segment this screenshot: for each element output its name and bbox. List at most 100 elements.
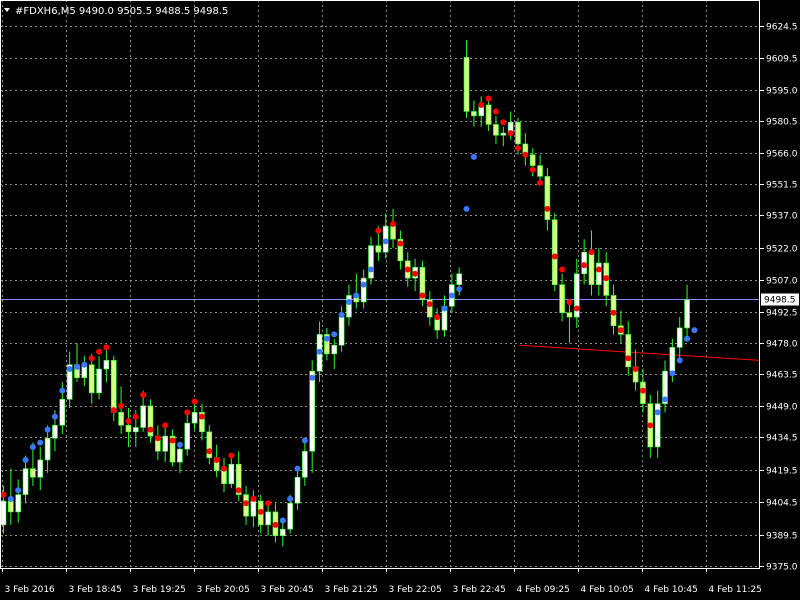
indicator-dot-blue — [456, 285, 463, 292]
indicator-dot-red — [522, 151, 529, 158]
indicator-dot-blue — [353, 292, 360, 299]
indicator-dot-blue — [37, 439, 44, 446]
candle-body — [515, 122, 521, 145]
indicator-dot-red — [544, 205, 551, 212]
indicator-dot-red — [647, 422, 654, 429]
indicator-dot-blue — [29, 443, 36, 450]
indicator-dot-red — [419, 292, 426, 299]
indicator-dot-red — [198, 413, 205, 420]
candle-body — [588, 251, 595, 285]
candle-body — [471, 111, 477, 117]
indicator-dot-red — [566, 298, 573, 305]
indicator-dot-red — [118, 402, 125, 409]
candle-body — [191, 412, 198, 424]
indicator-dot-blue — [676, 357, 683, 364]
indicator-dot-red — [529, 166, 536, 173]
y-tick-label: 9404.5 — [766, 499, 798, 509]
indicator-dot-red — [243, 500, 250, 507]
indicator-dot-blue — [331, 331, 338, 338]
indicator-dot-red — [110, 407, 117, 414]
y-tick-label: 9463.5 — [766, 371, 798, 381]
indicator-dot-blue — [368, 266, 374, 273]
candle-body — [162, 435, 168, 452]
candle-body — [37, 459, 44, 478]
indicator-dot-blue — [59, 387, 66, 394]
candle-body — [0, 500, 7, 526]
candle-body — [559, 284, 565, 314]
candle-body — [8, 500, 14, 513]
candle-body — [596, 262, 602, 285]
indicator-dot-red — [573, 305, 580, 312]
indicator-dot-red — [551, 253, 558, 260]
price-chart[interactable]: 9624.5 9609.5 9595.0 9580.5 9566.0 9551.5 9537… — [0, 0, 800, 600]
indicator-dot-red — [140, 392, 147, 399]
indicator-dot-red — [132, 413, 139, 420]
candle-body — [265, 511, 271, 526]
indicator-dot-blue — [470, 153, 477, 160]
indicator-dot-red — [507, 130, 514, 137]
indicator-dot-blue — [441, 305, 448, 312]
y-tick-label: 9595.0 — [766, 87, 798, 97]
candle-body — [184, 422, 191, 450]
indicator-dot-red — [390, 221, 397, 228]
indicator-dot-blue — [22, 456, 29, 463]
y-tick-label: 9507.0 — [766, 277, 798, 287]
indicator-dot-blue — [7, 495, 14, 502]
indicator-dot-red — [213, 456, 220, 463]
indicator-dot-red — [96, 348, 103, 355]
y-tick-label: 9609.5 — [766, 55, 798, 65]
candle — [419, 260, 426, 307]
indicator-dot-blue — [345, 298, 352, 305]
candle-body — [228, 463, 235, 485]
x-tick-label: 4 Feb 09:25 — [517, 585, 570, 595]
indicator-dot-blue — [294, 465, 301, 472]
candle-body — [133, 427, 139, 433]
indicator-dot-blue — [669, 370, 676, 377]
candle-body — [537, 165, 543, 177]
candle-body — [221, 470, 227, 485]
y-tick-label: 9419.5 — [766, 467, 798, 477]
symbol-info-line: #FDXH6,M5 9490.0 9505.5 9488.5 9498.5 — [15, 6, 228, 17]
indicator-dot-red — [478, 101, 485, 108]
indicator-dot-red — [221, 465, 227, 472]
indicator-dot-red — [426, 301, 433, 308]
candle-body — [390, 225, 396, 240]
indicator-dot-blue — [301, 437, 308, 444]
indicator-dot-blue — [44, 426, 51, 433]
indicator-dot-red — [235, 487, 242, 494]
indicator-dot-red — [103, 344, 110, 351]
indicator-dot-blue — [176, 441, 183, 448]
indicator-dot-red — [147, 426, 154, 433]
indicator-dot-blue — [323, 335, 330, 342]
candle-body — [463, 57, 470, 112]
candle-body — [676, 327, 683, 348]
indicator-dot-blue — [287, 495, 294, 502]
candle-body — [287, 502, 293, 530]
candle-body — [52, 425, 58, 439]
indicator-dot-red — [603, 275, 610, 282]
indicator-dot-red — [639, 387, 646, 394]
indicator-dot-red — [617, 327, 624, 334]
x-tick-label: 3 Feb 21:25 — [325, 585, 378, 595]
indicator-dot-red — [375, 227, 382, 234]
candle-body — [309, 370, 316, 452]
indicator-dot-red — [191, 398, 198, 405]
chart-header: #FDXH6,M5 9490.0 9505.5 9488.5 9498.5 — [4, 6, 228, 17]
indicator-dot-red — [162, 422, 169, 429]
indicator-dot-blue — [338, 311, 345, 318]
indicator-dot-blue — [463, 205, 470, 212]
y-tick-label: 9434.5 — [766, 434, 798, 444]
x-tick-label: 3 Feb 19:25 — [133, 585, 186, 595]
indicator-dot-blue — [74, 363, 80, 370]
candle-body — [684, 299, 690, 329]
indicator-dot-red — [397, 240, 404, 247]
candle-body — [485, 104, 492, 125]
x-tick-label: 4 Feb 10:05 — [581, 585, 634, 595]
current-price-tag: 9498.5 — [761, 293, 799, 306]
candle-body — [44, 438, 51, 461]
indicator-dot-red — [88, 355, 95, 362]
candle-body — [59, 399, 66, 426]
candle-body — [302, 450, 308, 478]
indicator-dot-red — [559, 266, 566, 273]
indicator-dot-red — [184, 409, 191, 416]
